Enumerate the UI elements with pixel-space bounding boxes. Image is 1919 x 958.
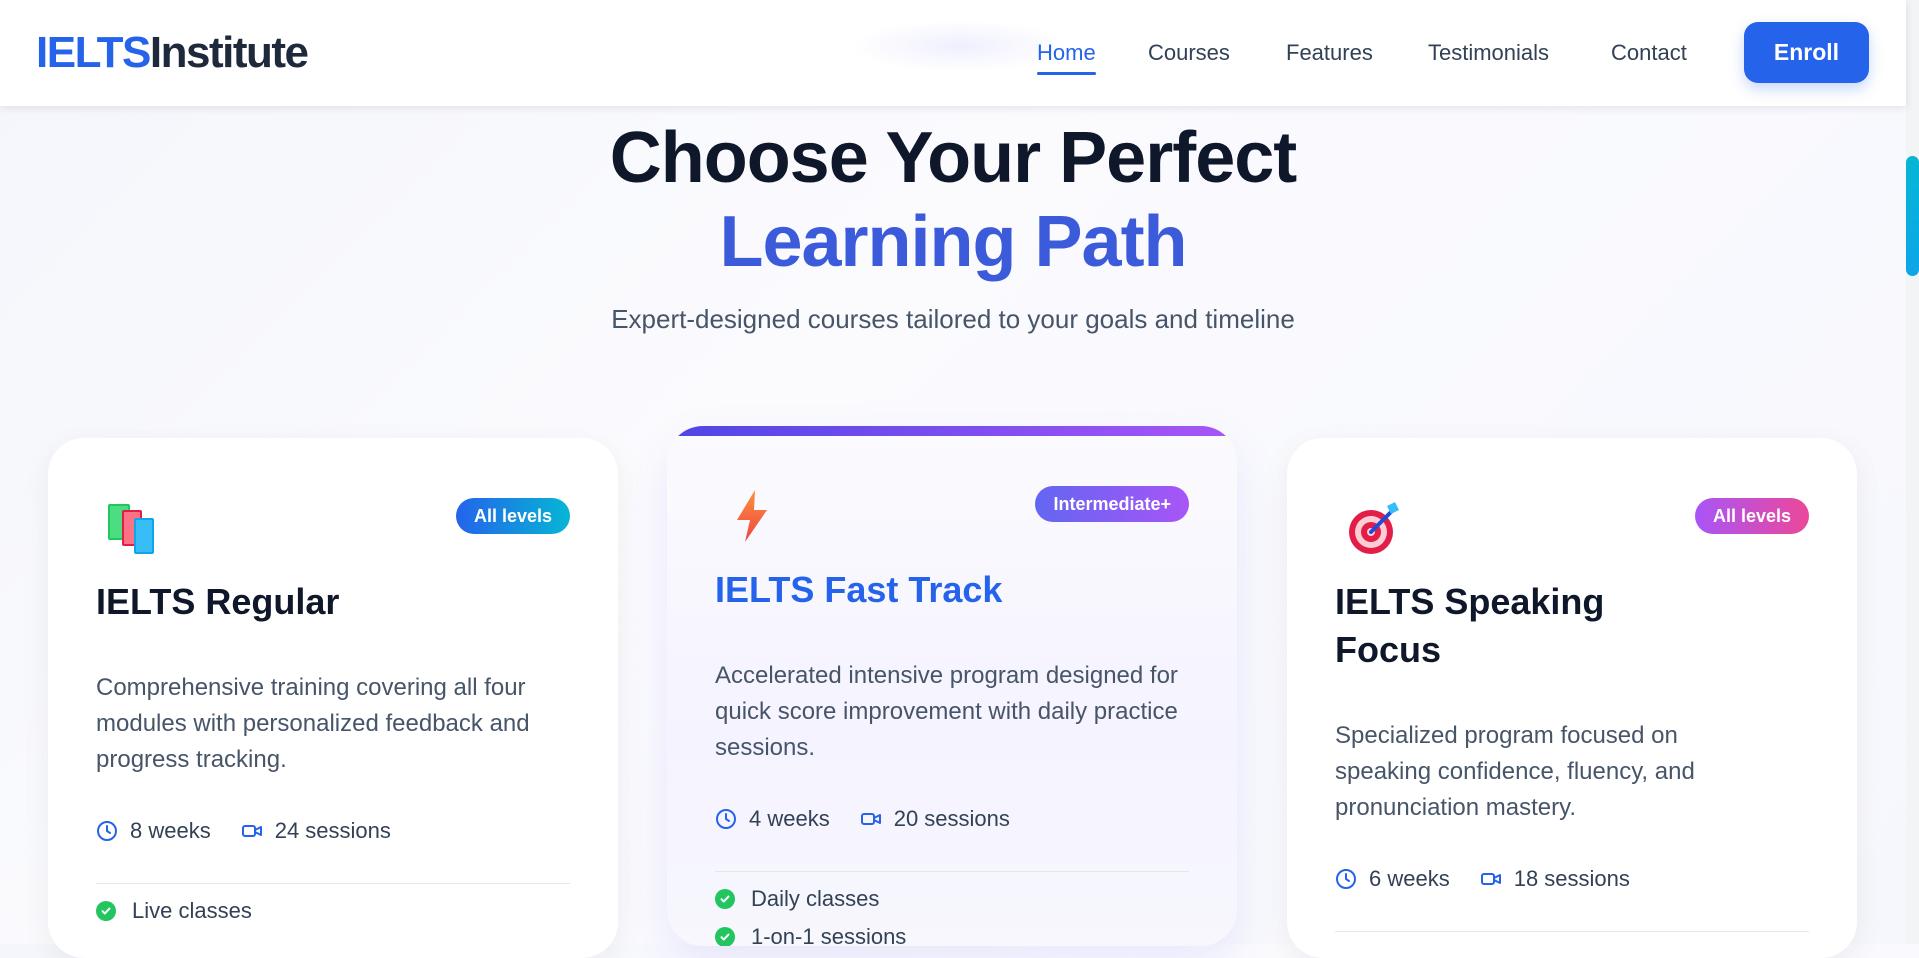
logo-institute: Institute — [149, 28, 309, 77]
feature-item: Daily classes — [715, 886, 879, 912]
course-meta: 6 weeks 18 sessions — [1335, 866, 1630, 892]
video-icon — [860, 813, 881, 825]
course-description: Accelerated intensive program designed f… — [715, 662, 1178, 761]
check-icon — [96, 901, 116, 921]
clock-icon — [716, 809, 736, 829]
nav-features[interactable]: Features — [1286, 40, 1373, 66]
feature-item: 1-on-1 sessions — [715, 924, 906, 946]
hero-subtitle: Expert-designed courses tailored to your… — [611, 304, 1295, 334]
hero-title-line1: Choose Your Perfect — [609, 118, 1298, 198]
card-divider — [96, 883, 570, 884]
books-icon — [104, 498, 164, 558]
course-meta: 4 weeks 20 sessions — [715, 806, 1010, 832]
nav-home[interactable]: Home — [1037, 40, 1096, 75]
course-sessions: 20 sessions — [893, 806, 1010, 831]
logo[interactable]: IELTSInstitute — [36, 28, 309, 78]
clock-icon — [1336, 869, 1356, 889]
check-icon — [715, 889, 735, 909]
feature-item: Live classes — [96, 898, 252, 924]
course-duration: 8 weeks — [130, 818, 211, 843]
course-title: IELTS Speaking Focus — [1335, 581, 1605, 670]
site-header: IELTSInstitute Home Courses Features Tes… — [0, 0, 1906, 106]
level-badge: All levels — [1694, 498, 1809, 534]
course-title: IELTS Fast Track — [715, 569, 1003, 610]
course-meta: 8 weeks 24 sessions — [96, 818, 391, 844]
clock-icon — [97, 821, 117, 841]
course-card-speaking[interactable]: All levels IELTS Speaking Focus Speciali… — [1287, 438, 1857, 958]
feature-label: Live classes — [132, 898, 252, 923]
level-badge: All levels — [455, 498, 570, 534]
target-icon — [1343, 498, 1403, 558]
course-card-fast-track[interactable]: Intermediate+ IELTS Fast Track Accelerat… — [667, 426, 1237, 946]
nav-courses[interactable]: Courses — [1148, 40, 1230, 66]
course-title: IELTS Regular — [96, 581, 340, 622]
scrollbar-thumb[interactable] — [1906, 156, 1919, 276]
nav-testimonials[interactable]: Testimonials — [1428, 40, 1549, 66]
featured-accent-bar — [667, 426, 1237, 436]
course-description: Specialized program focused on speaking … — [1335, 722, 1695, 821]
feature-label: 1-on-1 sessions — [751, 924, 907, 946]
card-divider — [715, 871, 1189, 872]
check-icon — [715, 927, 735, 946]
enroll-button[interactable]: Enroll — [1744, 22, 1869, 83]
course-sessions: 24 sessions — [274, 818, 391, 843]
feature-label: Daily classes — [751, 886, 880, 911]
hero-title-line2: Learning Path — [719, 202, 1187, 282]
course-duration: 6 weeks — [1369, 866, 1450, 891]
lightning-icon — [723, 486, 783, 546]
level-badge: Intermediate+ — [1035, 486, 1189, 522]
scrollbar-track[interactable] — [1906, 0, 1919, 944]
course-card-regular[interactable]: All levels IELTS Regular Comprehensive t… — [48, 438, 618, 958]
course-description: Comprehensive training covering all four… — [96, 674, 530, 773]
video-icon — [241, 825, 262, 837]
course-duration: 4 weeks — [749, 806, 830, 831]
card-divider — [1335, 931, 1809, 932]
course-sessions: 18 sessions — [1513, 866, 1630, 891]
logo-ielts: IELTS — [36, 28, 151, 77]
video-icon — [1480, 873, 1501, 885]
nav-contact[interactable]: Contact — [1611, 40, 1687, 66]
